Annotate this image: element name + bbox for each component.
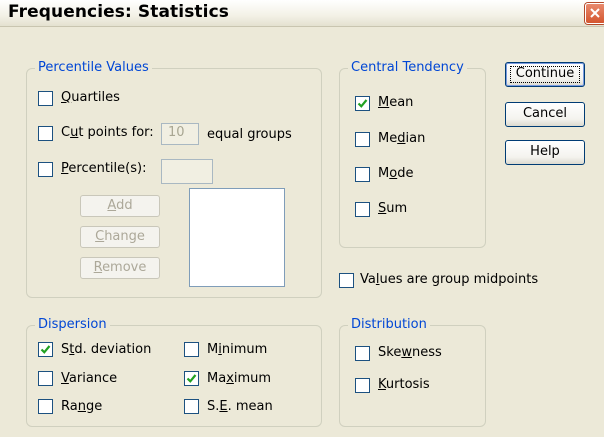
equal-groups-label: equal groups — [207, 127, 292, 142]
skewness-label: Skewness — [378, 345, 442, 360]
add-button[interactable]: Add — [80, 195, 160, 217]
maximum-label: Maximum — [207, 371, 272, 386]
percentiles-checkbox[interactable] — [38, 162, 53, 177]
cancel-button[interactable]: Cancel — [505, 102, 585, 127]
remove-button[interactable]: Remove — [80, 257, 160, 279]
cut-points-checkbox[interactable] — [38, 126, 53, 141]
variance-label: Variance — [61, 371, 118, 386]
percentile-list[interactable] — [189, 188, 285, 287]
sum-checkbox[interactable] — [355, 202, 370, 217]
distribution-legend: Distribution — [348, 317, 430, 333]
se-mean-checkbox[interactable] — [184, 399, 199, 414]
median-label: Median — [378, 131, 426, 146]
range-checkbox[interactable] — [38, 399, 53, 414]
mean-label: Mean — [378, 95, 414, 110]
close-icon[interactable] — [585, 3, 604, 24]
window-title: Frequencies: Statistics — [8, 2, 229, 22]
dispersion-legend: Dispersion — [35, 317, 110, 333]
kurtosis-checkbox[interactable] — [355, 378, 370, 393]
kurtosis-label: Kurtosis — [378, 377, 430, 392]
minimum-checkbox[interactable] — [184, 342, 199, 357]
mean-checkbox[interactable] — [355, 96, 370, 111]
title-bar: Frequencies: Statistics — [0, 0, 604, 27]
minimum-label: Minimum — [207, 342, 268, 357]
skewness-checkbox[interactable] — [355, 346, 370, 361]
central-tendency-legend: Central Tendency — [348, 60, 467, 76]
std-deviation-label: Std. deviation — [61, 342, 152, 357]
variance-checkbox[interactable] — [38, 371, 53, 386]
distribution-group: Distribution — [339, 317, 486, 427]
group-midpoints-checkbox[interactable] — [339, 273, 354, 288]
group-midpoints-label: Values are group midpoints — [360, 272, 539, 287]
change-button[interactable]: Change — [80, 226, 160, 248]
focus-ring — [510, 66, 580, 83]
check-icon — [186, 374, 197, 383]
continue-button[interactable]: Continue — [505, 62, 585, 87]
help-button[interactable]: Help — [505, 140, 585, 165]
mode-checkbox[interactable] — [355, 167, 370, 182]
quartiles-checkbox[interactable] — [38, 91, 53, 106]
check-icon — [357, 99, 368, 108]
check-icon — [40, 345, 51, 354]
cut-points-label: Cut points for: — [61, 125, 154, 140]
percentile-input[interactable] — [161, 159, 213, 184]
sum-label: Sum — [378, 201, 408, 216]
percentiles-label: Percentile(s): — [61, 161, 147, 176]
range-label: Range — [61, 399, 103, 414]
median-checkbox[interactable] — [355, 132, 370, 147]
std-deviation-checkbox[interactable] — [38, 342, 53, 357]
mode-label: Mode — [378, 166, 414, 181]
maximum-checkbox[interactable] — [184, 371, 199, 386]
se-mean-label: S.E. mean — [207, 399, 273, 414]
percentile-values-legend: Percentile Values — [35, 60, 152, 76]
quartiles-label: Quartiles — [61, 90, 120, 105]
cut-points-input[interactable]: 10 — [161, 123, 199, 145]
